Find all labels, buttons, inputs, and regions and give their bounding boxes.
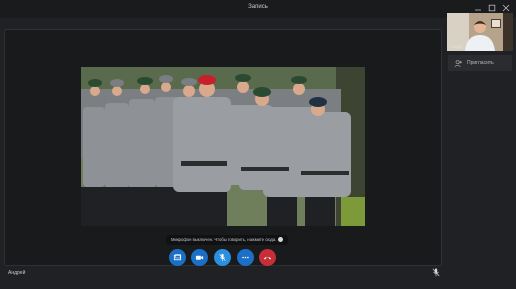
more-icon (242, 256, 249, 259)
screen-share-icon (173, 254, 182, 261)
participant-name: Андрей (8, 270, 26, 276)
call-window: Запись Микрофон выключен. Чтобы говорить… (0, 0, 516, 289)
close-icon[interactable] (502, 4, 510, 12)
camera-button[interactable] (191, 249, 208, 266)
dismiss-icon[interactable] (278, 237, 284, 242)
minimize-icon[interactable] (474, 4, 482, 12)
window-title: Запись (248, 4, 268, 10)
microphone-icon (219, 253, 226, 262)
hang-up-icon (263, 256, 272, 260)
mic-off-icon (432, 268, 440, 277)
more-button[interactable] (237, 249, 254, 266)
invite-label: Пригласить (467, 60, 494, 66)
microphone-button[interactable] (214, 249, 231, 266)
mic-muted-notice[interactable]: Микрофон выключен. Чтобы говорить, нажми… (166, 235, 289, 245)
shared-video (81, 67, 365, 226)
self-view-name: Андр (451, 44, 462, 49)
video-camera-icon (195, 255, 204, 260)
screen-share-button[interactable] (169, 249, 186, 266)
mic-muted-notice-text: Микрофон выключен. Чтобы говорить, нажми… (171, 237, 277, 242)
invite-button[interactable]: Пригласить (448, 55, 512, 71)
maximize-icon[interactable] (488, 4, 496, 12)
hang-up-button[interactable] (259, 249, 276, 266)
title-bar: Запись (0, 0, 516, 18)
add-user-icon (454, 59, 463, 67)
